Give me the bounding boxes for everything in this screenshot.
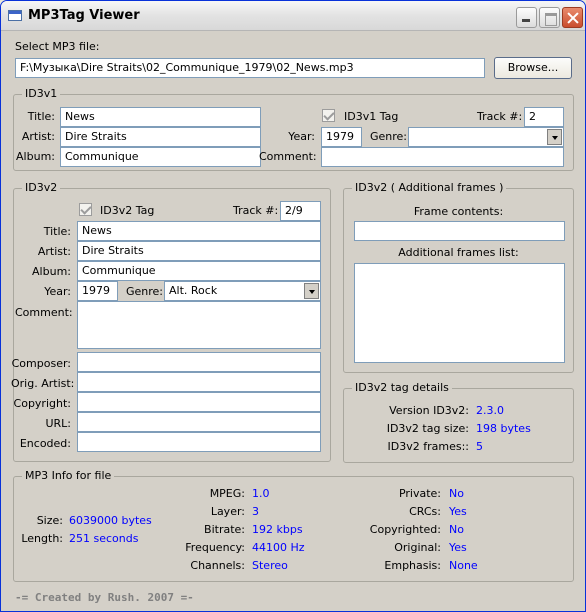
mp3-info-group-title: MP3 Info for file <box>22 469 115 482</box>
id3v2-tag-checkbox[interactable] <box>79 203 92 216</box>
v2-album-input[interactable]: Communique <box>77 261 321 281</box>
tag-details-group-title: ID3v2 tag details <box>352 381 452 394</box>
v2-copyright-input[interactable] <box>77 392 321 412</box>
v1-comment-label: Comment: <box>259 150 317 163</box>
private-value: No <box>449 487 464 500</box>
v1-title-label: Title: <box>27 110 55 123</box>
frequency-label: Frequency: <box>185 541 245 554</box>
tag-size-value: 198 bytes <box>476 422 531 435</box>
maximize-button[interactable] <box>539 7 560 28</box>
frame-contents-label: Frame contents: <box>413 205 504 218</box>
v2-artist-label: Artist: <box>37 245 71 258</box>
version-label: Version ID3v2: <box>389 404 469 417</box>
browse-button[interactable]: Browse... <box>494 57 572 79</box>
v1-artist-label: Artist: <box>21 130 55 143</box>
layer-label: Layer: <box>210 505 245 518</box>
v1-track-input[interactable]: 2 <box>524 107 564 127</box>
version-value: 2.3.0 <box>476 404 504 417</box>
v1-album-label: Album: <box>16 150 55 163</box>
v1-title-input[interactable]: News <box>60 107 261 127</box>
app-window: MP3Tag Viewer Select MP3 file: F:\Музыка… <box>0 0 586 612</box>
original-value: Yes <box>449 541 467 554</box>
frequency-value: 44100 Hz <box>252 541 305 554</box>
v2-year-label: Year: <box>44 285 71 298</box>
v2-url-input[interactable] <box>77 412 321 432</box>
emphasis-value: None <box>449 559 478 572</box>
v2-genre-label: Genre: <box>126 285 164 298</box>
chevron-down-icon[interactable] <box>547 129 562 145</box>
credits-footer: -= Created by Rush. 2007 =- <box>15 591 194 604</box>
minimize-button[interactable] <box>516 7 537 28</box>
v1-genre-label: Genre: <box>370 130 408 143</box>
title-bar[interactable]: MP3Tag Viewer <box>1 1 585 31</box>
v1-artist-input[interactable]: Dire Straits <box>60 127 261 147</box>
additional-frames-group-title: ID3v2 ( Additional frames ) <box>352 181 507 194</box>
tag-size-label: ID3v2 tag size: <box>386 422 469 435</box>
v2-track-label: Track #: <box>233 204 279 217</box>
v1-year-input[interactable]: 1979 <box>321 127 362 147</box>
select-file-label: Select MP3 file: <box>15 40 100 53</box>
v2-composer-label: Composer: <box>11 357 71 370</box>
v2-album-label: Album: <box>32 265 71 278</box>
v2-encoded-input[interactable] <box>77 432 321 452</box>
v1-track-label: Track #: <box>477 110 523 123</box>
length-label: Length: <box>21 532 63 545</box>
size-label: Size: <box>36 514 63 527</box>
additional-frames-list[interactable] <box>354 263 565 363</box>
id3v2-group-title: ID3v2 <box>22 181 61 194</box>
id3v1-group-title: ID3v1 <box>22 87 61 100</box>
v2-copyright-label: Copyright: <box>13 397 71 410</box>
id3v1-tag-label: ID3v1 Tag <box>344 110 399 123</box>
v1-album-input[interactable]: Communique <box>60 147 261 167</box>
v2-genre-value: Alt. Rock <box>169 284 218 297</box>
crcs-value: Yes <box>449 505 467 518</box>
mpeg-value: 1.0 <box>252 487 270 500</box>
size-value: 6039000 bytes <box>69 514 152 527</box>
mpeg-label: MPEG: <box>209 487 245 500</box>
channels-value: Stereo <box>252 559 288 572</box>
file-path-input[interactable]: F:\Музыка\Dire Straits\02_Communique_197… <box>15 58 485 78</box>
v2-year-input[interactable]: 1979 <box>77 281 118 301</box>
bitrate-value: 192 kbps <box>252 523 303 536</box>
frame-contents-input[interactable] <box>354 221 565 241</box>
chevron-down-icon[interactable] <box>304 283 319 299</box>
frames-count-label: ID3v2 frames:: <box>387 440 469 453</box>
bitrate-label: Bitrate: <box>204 523 245 536</box>
v2-url-label: URL: <box>45 417 71 430</box>
id3v2-tag-label: ID3v2 Tag <box>100 204 155 217</box>
v2-artist-input[interactable]: Dire Straits <box>77 241 321 261</box>
frames-count-value: 5 <box>476 440 483 453</box>
id3v1-tag-checkbox[interactable] <box>322 109 335 122</box>
v2-orig-artist-input[interactable] <box>77 372 321 392</box>
v2-track-input[interactable]: 2/9 <box>280 201 321 221</box>
private-label: Private: <box>398 487 441 500</box>
length-value: 251 seconds <box>69 532 139 545</box>
app-window-icon <box>8 10 22 21</box>
copyrighted-value: No <box>449 523 464 536</box>
v2-orig-artist-label: Orig. Artist: <box>11 377 75 390</box>
v1-comment-input[interactable] <box>321 147 564 167</box>
v2-composer-input[interactable] <box>77 352 321 372</box>
v2-comment-textarea[interactable] <box>77 301 321 349</box>
channels-label: Channels: <box>190 559 245 572</box>
window-title: MP3Tag Viewer <box>28 8 140 23</box>
v1-year-label: Year: <box>288 130 315 143</box>
v2-comment-label: Comment: <box>15 306 73 319</box>
original-label: Original: <box>394 541 441 554</box>
v2-genre-select[interactable]: Alt. Rock <box>164 281 321 301</box>
close-button[interactable] <box>562 7 583 28</box>
crcs-label: CRCs: <box>409 505 441 518</box>
additional-frames-list-label: Additional frames list: <box>398 246 519 259</box>
v2-title-input[interactable]: News <box>77 221 321 241</box>
v2-encoded-label: Encoded: <box>19 437 71 450</box>
v1-genre-select[interactable] <box>408 127 564 147</box>
layer-value: 3 <box>252 505 259 518</box>
v2-title-label: Title: <box>43 225 71 238</box>
copyrighted-label: Copyrighted: <box>369 523 441 536</box>
emphasis-label: Emphasis: <box>384 559 441 572</box>
